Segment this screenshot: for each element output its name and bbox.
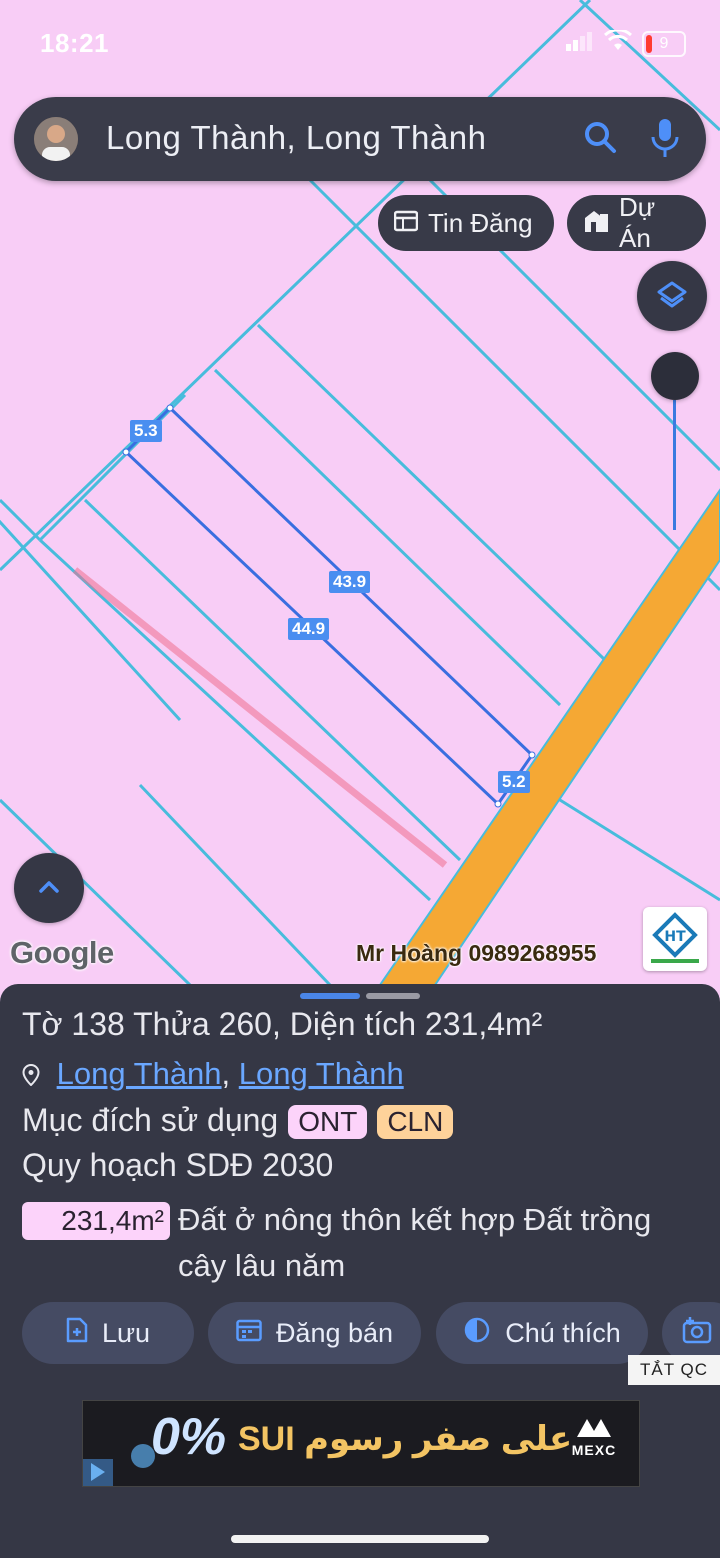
ad-big-number: 0% [151, 1408, 227, 1466]
hide-ads-button[interactable]: TẮT QC [628, 1355, 720, 1385]
search-bar[interactable]: Long Thành, Long Thành [14, 97, 706, 181]
plan-description-line1: Đất ở nông thôn kết hợp Đất trồng [178, 1202, 652, 1237]
sheet-handle[interactable] [366, 993, 420, 999]
search-input[interactable]: Long Thành, Long Thành [106, 119, 486, 157]
expand-sheet-button[interactable] [14, 853, 84, 923]
listings-chip[interactable]: Tin Đăng [378, 195, 554, 251]
area-label: , Diện tích [271, 1006, 425, 1042]
opacity-slider-handle[interactable] [651, 352, 699, 400]
location-link-ward[interactable]: Long Thành [239, 1056, 404, 1091]
ad-banner-text: SUI على صفر رسوم [238, 1420, 573, 1458]
status-bar: 18:21 9 [0, 0, 720, 90]
location-pin-icon [22, 1058, 48, 1094]
measurement-label: 5.3 [130, 420, 162, 442]
search-icon[interactable] [582, 119, 620, 162]
buildings-icon [583, 208, 609, 239]
layers-button[interactable] [637, 261, 707, 331]
battery-indicator: 9 [642, 30, 686, 57]
save-button[interactable]: Lưu [22, 1302, 194, 1364]
usage-tag-ont[interactable]: ONT [288, 1105, 368, 1139]
signal-icon [566, 31, 594, 56]
calendar-list-icon [393, 208, 419, 239]
legend-button[interactable]: Chú thích [436, 1302, 648, 1364]
area-value: 231,4m² [424, 1006, 543, 1042]
camera-add-icon [682, 1316, 714, 1351]
location-link-district[interactable]: Long Thành [57, 1056, 222, 1091]
save-button-label: Lưu [101, 1317, 151, 1348]
status-time: 18:21 [40, 28, 109, 58]
wifi-icon [603, 28, 633, 57]
watermark-text: Mr Hoàng 0989268955 [356, 940, 597, 966]
ad-banner[interactable]: 0% SUI على صفر رسوم MEXC [82, 1400, 640, 1487]
battery-level: 9 [659, 34, 669, 52]
home-indicator[interactable] [231, 1535, 489, 1543]
planning-label: Quy hoạch SDĐ 2030 [22, 1147, 334, 1183]
plan-description-line2: cây lâu năm [178, 1248, 346, 1283]
projects-chip-label: Dự Án [619, 192, 656, 253]
hoang-thinh-logo: HT [643, 907, 707, 971]
plan-area-badge: 231,4m² [22, 1202, 170, 1240]
google-logo: Google [10, 935, 114, 970]
calendar-icon [236, 1318, 262, 1349]
microphone-icon[interactable] [650, 117, 680, 166]
svg-text:HT: HT [664, 929, 686, 945]
location-separator: , [221, 1056, 239, 1091]
mexc-brand-text: MEXC [571, 1442, 617, 1458]
plot-number: 260 [218, 1006, 272, 1042]
post-sale-button[interactable]: Đăng bán [208, 1302, 421, 1364]
sheet-handle-active[interactable] [300, 993, 360, 999]
title-mid: Thửa [124, 1006, 219, 1042]
listings-chip-label: Tin Đăng [428, 207, 533, 238]
measurement-label: 5.2 [498, 771, 530, 793]
opacity-slider-track[interactable] [673, 400, 676, 530]
usage-label: Mục đích sử dụng [22, 1102, 279, 1138]
contrast-icon [463, 1316, 491, 1351]
parcel-location: Long Thành, Long Thành [22, 1056, 404, 1094]
measurement-label: 43.9 [329, 571, 371, 593]
title-prefix: Tờ [22, 1006, 72, 1042]
avatar[interactable] [34, 117, 78, 161]
mexc-logo: MEXC [569, 1417, 619, 1458]
usage-row: Mục đích sử dụng ONT CLN [22, 1102, 454, 1139]
post-sale-button-label: Đăng bán [275, 1317, 394, 1348]
usage-tag-cln[interactable]: CLN [377, 1105, 454, 1139]
chevron-up-icon [38, 879, 60, 900]
parcel-title: Tờ 138 Thửa 260, Diện tích 231,4m² [22, 1006, 542, 1043]
file-add-icon [66, 1317, 88, 1350]
sheet-number: 138 [71, 1006, 125, 1042]
projects-chip[interactable]: Dự Án [567, 192, 706, 253]
layers-icon [656, 280, 688, 317]
legend-button-label: Chú thích [505, 1317, 621, 1348]
measurement-label: 44.9 [288, 618, 330, 640]
